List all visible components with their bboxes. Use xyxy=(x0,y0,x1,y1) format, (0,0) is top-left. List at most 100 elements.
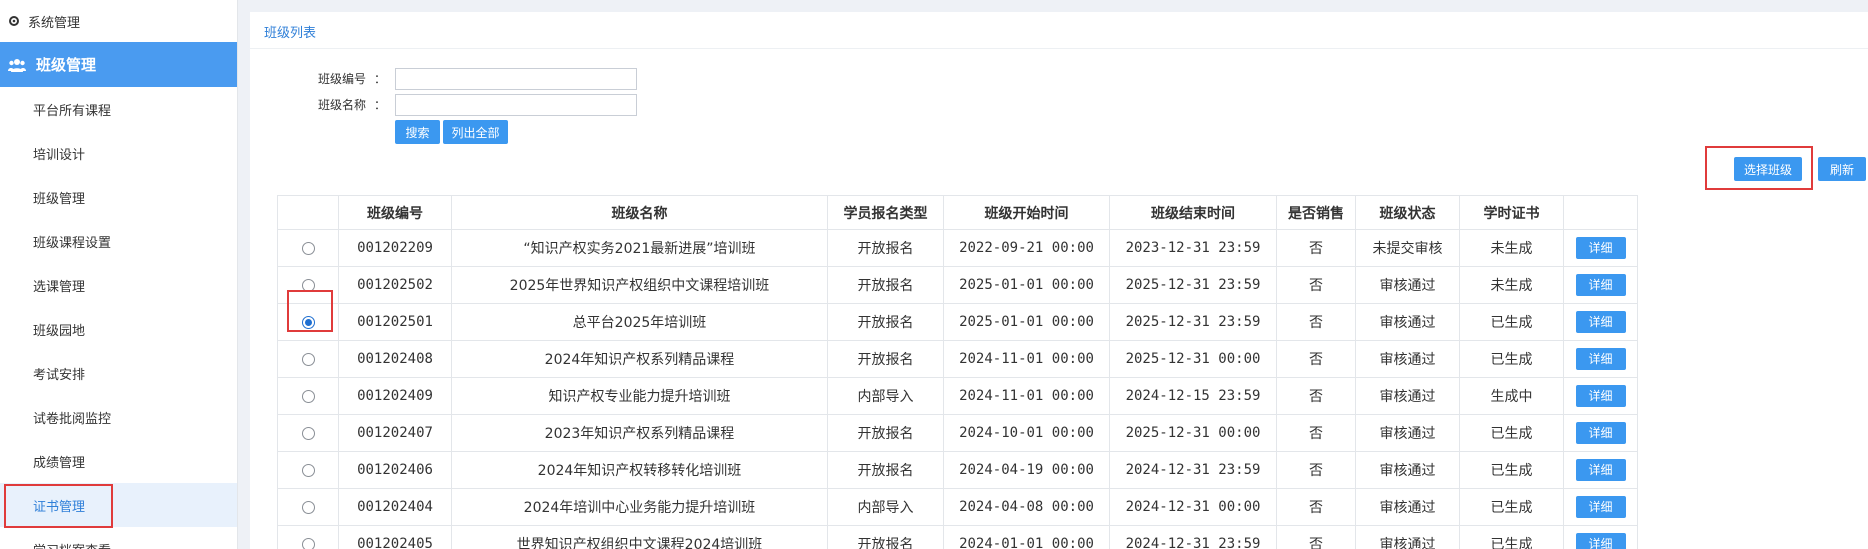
sidebar-item[interactable]: 考试安排 xyxy=(0,351,237,395)
certificate-cell: 已生成 xyxy=(1459,340,1564,378)
sidebar-group-label: 班级管理 xyxy=(36,56,97,74)
row-select-radio[interactable] xyxy=(301,352,315,366)
class-table: 班级编号 班级名称 学员报名类型 班级开始时间 班级结束时间 是否销售 班级状态 学时证书 0… xyxy=(277,195,1638,549)
sidebar-item[interactable]: 培训设计 xyxy=(0,131,237,175)
column-header: 班级编号 xyxy=(338,195,452,230)
row-select-radio[interactable] xyxy=(301,463,315,477)
end-time-cell: 2025-12-31 00:00 xyxy=(1109,414,1277,452)
certificate-cell: 已生成 xyxy=(1459,451,1564,489)
on-sale-cell: 否 xyxy=(1276,525,1356,549)
table-row: 001202408 2024年知识产权系列精品课程 开放报名 2024-11-01 0… xyxy=(277,340,1638,378)
start-time-cell: 2024-11-01 00:00 xyxy=(943,340,1110,378)
column-header: 是否销售 xyxy=(1276,195,1356,230)
class-code-cell: 001202405 xyxy=(338,525,452,549)
sidebar-system-management[interactable]: 系统管理 xyxy=(0,0,237,42)
column-header xyxy=(277,195,339,230)
row-action-cell: 详细 xyxy=(1563,377,1638,415)
on-sale-cell: 否 xyxy=(1276,488,1356,526)
class-code-input[interactable] xyxy=(395,68,637,90)
certificate-cell: 已生成 xyxy=(1459,488,1564,526)
class-code-cell: 001202209 xyxy=(338,229,452,267)
end-time-cell: 2025-12-31 00:00 xyxy=(1109,340,1277,378)
class-name-cell: 知识产权专业能力提升培训班 xyxy=(451,377,828,415)
class-status-cell: 审核通过 xyxy=(1355,488,1460,526)
detail-button[interactable]: 详细 xyxy=(1575,348,1626,370)
class-name-cell: 2024年知识产权转移转化培训班 xyxy=(451,451,828,489)
class-code-label: 班级编号 xyxy=(318,72,367,86)
class-name-cell: 2024年知识产权系列精品课程 xyxy=(451,340,828,378)
list-all-button[interactable]: 列出全部 xyxy=(443,120,508,144)
sidebar-item[interactable]: 成绩管理 xyxy=(0,439,237,483)
row-select-cell xyxy=(277,488,339,526)
class-status-cell: 审核通过 xyxy=(1355,303,1460,341)
row-action-cell: 详细 xyxy=(1563,451,1638,489)
certificate-cell: 未生成 xyxy=(1459,229,1564,267)
sidebar-item-label: 选课管理 xyxy=(33,279,86,295)
end-time-cell: 2024-12-31 23:59 xyxy=(1109,451,1277,489)
column-header xyxy=(1563,195,1638,230)
start-time-cell: 2024-10-01 00:00 xyxy=(943,414,1110,452)
table-row: 001202407 2023年知识产权系列精品课程 开放报名 2024-10-01 0… xyxy=(277,414,1638,452)
start-time-cell: 2022-09-21 00:00 xyxy=(943,229,1110,267)
search-button[interactable]: 搜索 xyxy=(395,120,440,144)
sidebar: 系统管理 班级管理 平台所有课程 培训设计 班级管理 班级课程设置 选课管理 班级园地 考试… xyxy=(0,0,238,549)
table-row: 001202404 2024年培训中心业务能力提升培训班 内部导入 2024-04-0… xyxy=(277,488,1638,526)
on-sale-cell: 否 xyxy=(1276,414,1356,452)
class-list-panel: 班级列表 班级编号 ： 班级名称 ： 搜索 列出全部 选择班级 刷新 班级编号班… xyxy=(250,12,1868,549)
detail-button[interactable]: 详细 xyxy=(1575,422,1626,444)
panel-divider xyxy=(250,48,1868,49)
class-name-cell: “知识产权实务2021最新进展”培训班 xyxy=(451,229,828,267)
class-name-cell: 2024年培训中心业务能力提升培训班 xyxy=(451,488,828,526)
class-status-cell: 审核通过 xyxy=(1355,451,1460,489)
row-select-radio[interactable] xyxy=(301,537,315,549)
detail-button[interactable]: 详细 xyxy=(1575,311,1626,333)
row-action-cell: 详细 xyxy=(1563,266,1638,304)
refresh-button[interactable]: 刷新 xyxy=(1818,157,1866,181)
class-code-cell: 001202408 xyxy=(338,340,452,378)
class-status-cell: 未提交审核 xyxy=(1355,229,1460,267)
sidebar-item[interactable]: 班级课程设置 xyxy=(0,219,237,263)
sidebar-item[interactable]: 平台所有课程 xyxy=(0,87,237,131)
class-code-cell: 001202406 xyxy=(338,451,452,489)
start-time-cell: 2024-01-01 00:00 xyxy=(943,525,1110,549)
row-select-radio[interactable] xyxy=(301,500,315,514)
sidebar-item[interactable]: 班级园地 xyxy=(0,307,237,351)
class-status-cell: 审核通过 xyxy=(1355,377,1460,415)
class-status-cell: 审核通过 xyxy=(1355,340,1460,378)
class-name-cell: 总平台2025年培训班 xyxy=(451,303,828,341)
on-sale-cell: 否 xyxy=(1276,451,1356,489)
row-select-radio[interactable] xyxy=(301,241,315,255)
sidebar-group-class-management[interactable]: 班级管理 xyxy=(0,42,237,87)
row-action-cell: 详细 xyxy=(1563,414,1638,452)
enroll-type-cell: 开放报名 xyxy=(827,266,944,304)
end-time-cell: 2024-12-31 00:00 xyxy=(1109,488,1277,526)
class-status-cell: 审核通过 xyxy=(1355,414,1460,452)
highlight-box-selected-radio xyxy=(287,290,333,332)
sidebar-item[interactable]: 选课管理 xyxy=(0,263,237,307)
detail-button[interactable]: 详细 xyxy=(1575,496,1626,518)
sidebar-item[interactable]: 班级管理 xyxy=(0,175,237,219)
enroll-type-cell: 内部导入 xyxy=(827,488,944,526)
enroll-type-cell: 开放报名 xyxy=(827,303,944,341)
class-status-cell: 审核通过 xyxy=(1355,266,1460,304)
row-select-radio[interactable] xyxy=(301,426,315,440)
row-select-radio[interactable] xyxy=(301,389,315,403)
class-name-input[interactable] xyxy=(395,94,637,116)
sidebar-item-label: 学习档案查看 xyxy=(33,540,111,549)
table-row: 001202501 总平台2025年培训班 开放报名 2025-01-01 00:00… xyxy=(277,303,1638,341)
sidebar-item[interactable]: 学习档案查看 xyxy=(0,527,237,549)
detail-button[interactable]: 详细 xyxy=(1575,533,1626,549)
class-name-label: 班级名称 xyxy=(318,98,367,112)
row-action-cell: 详细 xyxy=(1563,229,1638,267)
class-name-cell: 2023年知识产权系列精品课程 xyxy=(451,414,828,452)
detail-button[interactable]: 详细 xyxy=(1575,385,1626,407)
sidebar-item[interactable]: 试卷批阅监控 xyxy=(0,395,237,439)
detail-button[interactable]: 详细 xyxy=(1575,237,1626,259)
detail-button[interactable]: 详细 xyxy=(1575,274,1626,296)
end-time-cell: 2024-12-15 23:59 xyxy=(1109,377,1277,415)
sidebar-item-label: 平台所有课程 xyxy=(33,103,112,119)
table-row: 001202502 2025年世界知识产权组织中文课程培训班 开放报名 2025-01… xyxy=(277,266,1638,304)
table-row: 001202405 世界知识产权组织中文课程2024培训班 开放报名 2024-01-… xyxy=(277,525,1638,549)
detail-button[interactable]: 详细 xyxy=(1575,459,1626,481)
class-name-colon: ： xyxy=(374,98,387,112)
